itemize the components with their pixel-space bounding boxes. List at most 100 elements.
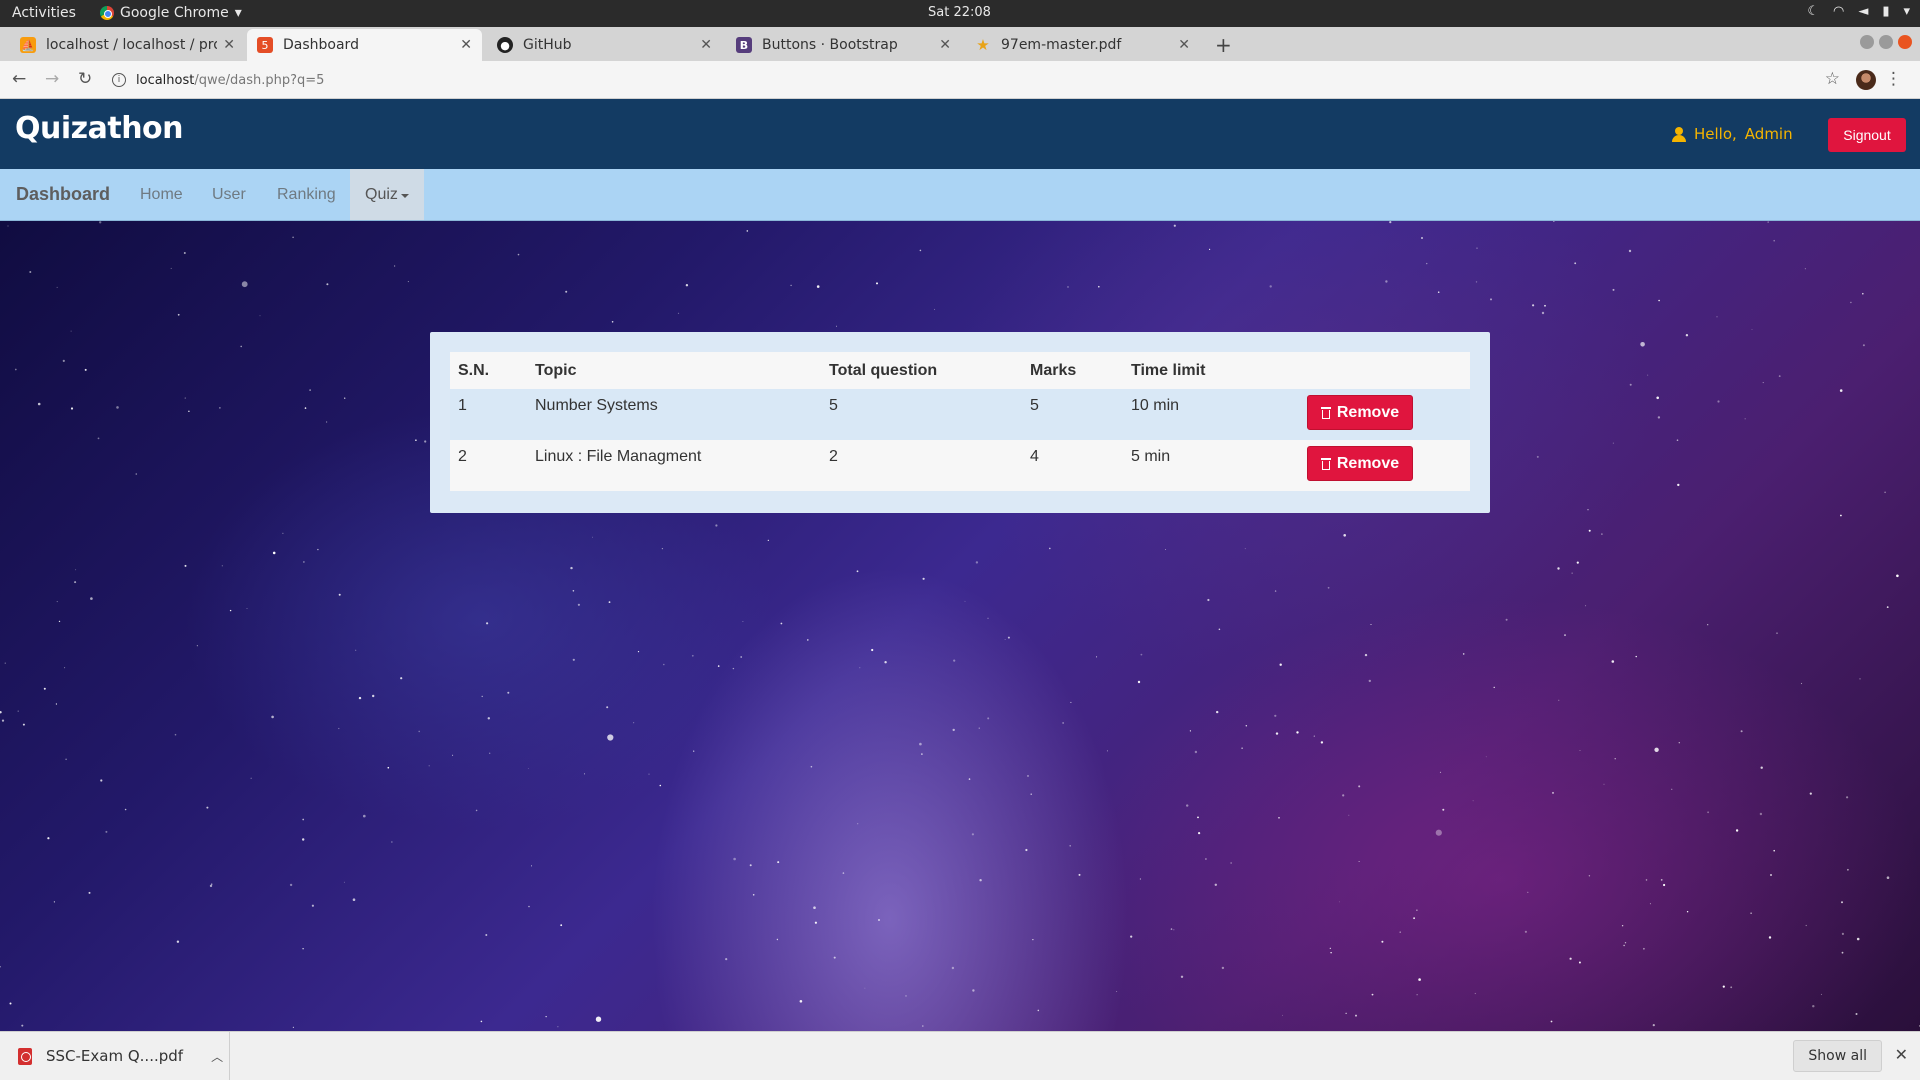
- trash-icon: [1320, 406, 1331, 419]
- info-icon[interactable]: i: [112, 73, 126, 87]
- nav-item-quiz-dropdown[interactable]: Quiz: [350, 169, 424, 220]
- trash-icon: [1320, 457, 1331, 470]
- back-arrow-icon[interactable]: ←: [12, 69, 26, 89]
- nav-item-ranking[interactable]: Ranking: [262, 169, 351, 220]
- html-icon: 5: [257, 37, 273, 53]
- close-tab-icon[interactable]: ✕: [939, 37, 951, 53]
- cell-action: Remove: [1299, 440, 1470, 491]
- close-tab-icon[interactable]: ✕: [223, 37, 235, 53]
- header-time: Time limit: [1123, 352, 1299, 389]
- header-topic: Topic: [527, 352, 821, 389]
- pdf-file-icon: [18, 1047, 32, 1065]
- tab-dashboard[interactable]: 5 Dashboard ✕: [247, 29, 482, 61]
- tab-title: GitHub: [523, 37, 572, 53]
- close-window-button[interactable]: [1898, 35, 1912, 49]
- url-host: localhost: [136, 72, 195, 88]
- table-header-row: S.N. Topic Total question Marks Time lim…: [450, 352, 1470, 389]
- caret-down-icon: [400, 193, 409, 198]
- tab-bootstrap[interactable]: B Buttons · Bootstrap ✕: [726, 29, 961, 61]
- close-tab-icon[interactable]: ✕: [1178, 37, 1190, 53]
- remove-label: Remove: [1336, 454, 1400, 472]
- app-name: Google Chrome: [120, 5, 229, 21]
- header-total: Total question: [821, 352, 1022, 389]
- download-filename: SSC-Exam Q....pdf: [46, 1047, 184, 1065]
- close-tab-icon[interactable]: ✕: [460, 37, 472, 53]
- quiz-table: S.N. Topic Total question Marks Time lim…: [450, 352, 1470, 491]
- chevron-up-icon[interactable]: ︿: [211, 1048, 223, 1065]
- system-top-bar: Activities Google Chrome ▾ Sat 22:08 ☾ ◠…: [0, 0, 1920, 27]
- site-header: Quizathon Hello, Admin Signout: [0, 99, 1920, 169]
- cell-marks: 4: [1022, 440, 1123, 491]
- bootstrap-icon: B: [736, 37, 752, 53]
- quiz-label: Quiz: [365, 185, 398, 203]
- cell-marks: 5: [1022, 389, 1123, 440]
- tab-pdf[interactable]: ★ 97em-master.pdf ✕: [965, 29, 1200, 61]
- tab-strip: ⛵ localhost / localhost / pro ✕ 5 Dashbo…: [0, 27, 1920, 61]
- maximize-button[interactable]: [1879, 35, 1893, 49]
- signout-button[interactable]: Signout: [1828, 118, 1906, 152]
- system-tray[interactable]: ☾ ◠ ◄ ▮ ▾: [1807, 4, 1910, 19]
- user-greeting: Hello, Admin: [1672, 125, 1793, 143]
- show-all-button[interactable]: Show all: [1793, 1040, 1882, 1072]
- cell-total: 2: [821, 440, 1022, 491]
- battery-icon: ▮: [1882, 4, 1890, 19]
- volume-icon: ◄: [1858, 4, 1869, 19]
- window-controls: [1860, 35, 1912, 49]
- night-light-icon: ☾: [1807, 4, 1819, 19]
- new-tab-button[interactable]: +: [1215, 33, 1232, 57]
- url-path: /qwe/dash.php?q=5: [194, 72, 325, 88]
- user-link[interactable]: Admin: [1745, 125, 1793, 143]
- remove-button[interactable]: Remove: [1307, 395, 1413, 430]
- forward-arrow-icon[interactable]: →: [45, 69, 59, 89]
- quiz-panel: S.N. Topic Total question Marks Time lim…: [430, 332, 1490, 513]
- nav-brand[interactable]: Dashboard: [16, 184, 110, 205]
- download-item[interactable]: SSC-Exam Q....pdf ︿: [0, 1032, 230, 1080]
- bookmark-star-icon[interactable]: ☆: [1825, 69, 1840, 89]
- address-bar: ← → ↻ i localhost/qwe/dash.php?q=5 ☆ ⋮: [0, 61, 1920, 99]
- cell-time: 10 min: [1123, 389, 1299, 440]
- cell-time: 5 min: [1123, 440, 1299, 491]
- header-action: [1299, 352, 1470, 389]
- tab-title: localhost / localhost / pro: [46, 37, 218, 53]
- nav-item-user[interactable]: User: [197, 169, 261, 220]
- profile-avatar[interactable]: [1856, 70, 1876, 90]
- cell-action: Remove: [1299, 389, 1470, 440]
- user-icon: [1672, 126, 1686, 142]
- header-marks: Marks: [1022, 352, 1123, 389]
- cell-topic: Number Systems: [527, 389, 821, 440]
- reload-icon[interactable]: ↻: [78, 69, 92, 89]
- hello-text: Hello,: [1694, 125, 1737, 143]
- download-shelf: SSC-Exam Q....pdf ︿ Show all ✕: [0, 1031, 1920, 1080]
- starfield-background: [0, 220, 1920, 1028]
- github-icon: ●: [497, 37, 513, 53]
- tab-title: 97em-master.pdf: [1001, 37, 1122, 53]
- table-row: 1 Number Systems 5 5 10 min Remove: [450, 389, 1470, 440]
- cell-sn: 2: [450, 440, 527, 491]
- wifi-icon: ◠: [1832, 4, 1845, 19]
- table-row: 2 Linux : File Managment 2 4 5 min Remov…: [450, 440, 1470, 491]
- cell-sn: 1: [450, 389, 527, 440]
- chrome-icon: [100, 6, 114, 20]
- cell-topic: Linux : File Managment: [527, 440, 821, 491]
- header-sn: S.N.: [450, 352, 527, 389]
- minimize-button[interactable]: [1860, 35, 1874, 49]
- chevron-down-icon: ▾: [234, 5, 242, 21]
- chevron-down-icon: ▾: [1903, 4, 1910, 19]
- close-tab-icon[interactable]: ✕: [700, 37, 712, 53]
- site-logo[interactable]: Quizathon: [15, 111, 184, 146]
- clock[interactable]: Sat 22:08: [928, 5, 991, 20]
- nav-item-home[interactable]: Home: [125, 169, 198, 220]
- tab-github[interactable]: ● GitHub ✕: [487, 29, 722, 61]
- tab-title: Dashboard: [283, 37, 359, 53]
- star-favicon: ★: [976, 36, 990, 54]
- menu-kebab-icon[interactable]: ⋮: [1885, 69, 1902, 89]
- close-icon[interactable]: ✕: [1895, 1045, 1908, 1064]
- remove-button[interactable]: Remove: [1307, 446, 1413, 481]
- tab-phpmyadmin[interactable]: ⛵ localhost / localhost / pro ✕: [10, 29, 245, 61]
- tab-title: Buttons · Bootstrap: [762, 37, 898, 53]
- url-field[interactable]: i localhost/qwe/dash.php?q=5: [112, 67, 1812, 93]
- app-menu[interactable]: Google Chrome ▾: [100, 5, 242, 21]
- cell-total: 5: [821, 389, 1022, 440]
- page-viewport: Quizathon Hello, Admin Signout Dashboard…: [0, 99, 1920, 1031]
- activities-button[interactable]: Activities: [12, 5, 76, 21]
